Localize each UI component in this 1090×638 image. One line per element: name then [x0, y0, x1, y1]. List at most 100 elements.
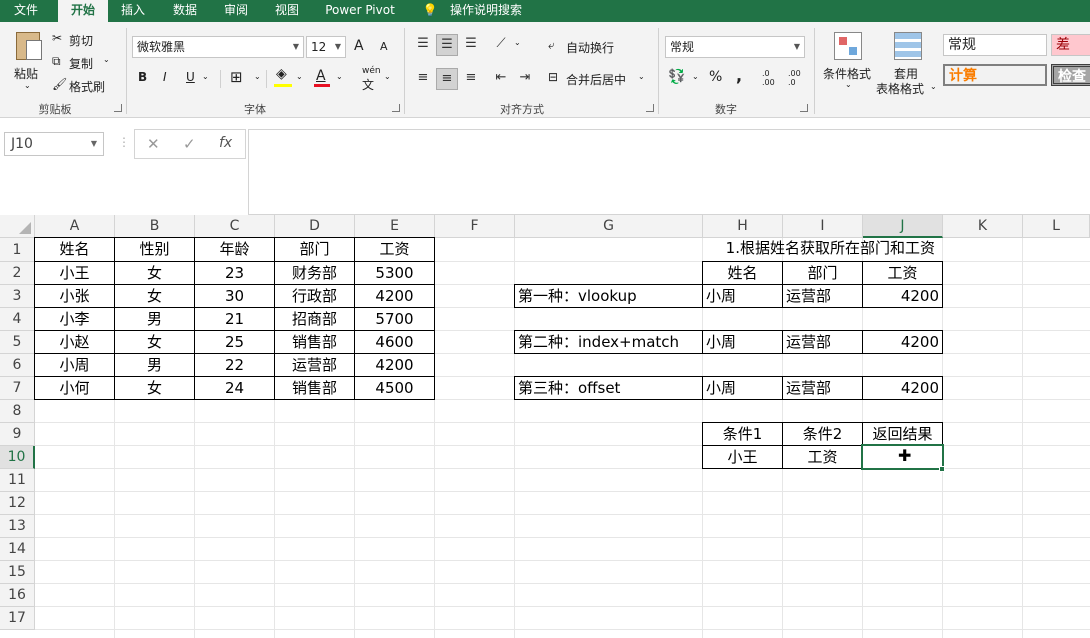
row-header-9[interactable]: 9 — [0, 423, 35, 446]
lookup-salary-cell[interactable]: 4200 — [862, 284, 943, 308]
lookup-salary-cell[interactable]: 4200 — [862, 376, 943, 400]
row-header-5[interactable]: 5 — [0, 331, 35, 354]
row-header-12[interactable]: 12 — [0, 492, 35, 515]
insert-function-icon[interactable]: fx — [219, 135, 232, 151]
table-cell[interactable]: 小何 — [34, 376, 115, 400]
table-cell[interactable]: 男 — [114, 307, 195, 331]
merge-dropdown-icon[interactable]: ⌄ — [638, 72, 645, 81]
table-cell[interactable]: 小赵 — [34, 330, 115, 354]
tab-insert[interactable]: 插入 — [112, 0, 154, 22]
condition-value-cell[interactable]: 小王 — [702, 445, 783, 469]
select-all-corner[interactable] — [0, 215, 35, 238]
phonetic-button[interactable]: wén — [362, 66, 381, 76]
column-header-d[interactable]: D — [275, 215, 355, 238]
style-check-cell[interactable]: 检查 — [1051, 64, 1090, 86]
phonetic-dropdown-icon[interactable]: ⌄ — [384, 72, 391, 81]
fill-color-icon[interactable]: ◈ — [276, 66, 287, 82]
underline-dropdown-icon[interactable]: ⌄ — [202, 72, 209, 81]
row-header-7[interactable]: 7 — [0, 377, 35, 400]
table-cell[interactable]: 24 — [194, 376, 275, 400]
lookup-header-cell[interactable]: 姓名 — [702, 261, 783, 285]
format-painter-icon[interactable]: 🖌 — [52, 77, 67, 91]
copy-dropdown-icon[interactable]: ⌄ — [103, 55, 110, 64]
table-header-cell[interactable]: 性别 — [114, 237, 195, 262]
align-top-icon[interactable]: ☰ — [414, 34, 432, 54]
cut-button[interactable]: 剪切 — [69, 32, 93, 49]
lookup-header-cell[interactable]: 部门 — [782, 261, 863, 285]
lookup-header-cell[interactable]: 工资 — [862, 261, 943, 285]
font-launcher-icon[interactable] — [392, 104, 400, 112]
row-header-14[interactable]: 14 — [0, 538, 35, 561]
column-header-a[interactable]: A — [35, 215, 115, 238]
paste-icon[interactable] — [12, 30, 46, 60]
fill-dropdown-icon[interactable]: ⌄ — [296, 72, 303, 81]
style-calculation[interactable]: 计算 — [943, 64, 1047, 86]
table-cell[interactable]: 5700 — [354, 307, 435, 331]
paste-button[interactable]: 粘贴 — [14, 65, 38, 82]
row-header-11[interactable]: 11 — [0, 469, 35, 492]
tab-data[interactable]: 数据 — [164, 0, 206, 22]
comma-button[interactable]: , — [736, 66, 742, 85]
column-header-b[interactable]: B — [115, 215, 195, 238]
table-cell[interactable]: 21 — [194, 307, 275, 331]
cond-dropdown-icon[interactable]: ⌄ — [845, 80, 852, 89]
table-cell[interactable]: 22 — [194, 353, 275, 377]
condition-header-cell[interactable]: 返回结果 — [862, 422, 943, 446]
bold-button[interactable]: B — [138, 70, 147, 84]
shrink-font-button[interactable]: A — [380, 40, 388, 53]
table-cell[interactable]: 4200 — [354, 353, 435, 377]
row-header-17[interactable]: 17 — [0, 607, 35, 630]
wrap-text-button[interactable]: 自动换行 — [566, 39, 614, 56]
table-cell[interactable]: 23 — [194, 261, 275, 285]
tab-view[interactable]: 视图 — [266, 0, 308, 22]
align-center-icon[interactable]: ≡ — [436, 68, 458, 90]
table-header-cell[interactable]: 部门 — [274, 237, 355, 262]
format-as-table-icon[interactable] — [894, 32, 922, 60]
clipboard-launcher-icon[interactable] — [114, 104, 122, 112]
table-cell[interactable]: 销售部 — [274, 376, 355, 400]
lookup-name-cell[interactable]: 小周 — [702, 284, 783, 308]
font-color-icon[interactable]: A — [316, 68, 326, 84]
italic-button[interactable]: I — [163, 70, 167, 84]
column-header-g[interactable]: G — [515, 215, 703, 238]
align-middle-icon[interactable]: ☰ — [436, 34, 458, 56]
row-header-4[interactable]: 4 — [0, 308, 35, 331]
tab-review[interactable]: 审阅 — [215, 0, 257, 22]
tab-home[interactable]: 开始 — [58, 0, 108, 22]
table-cell[interactable]: 女 — [114, 284, 195, 308]
table-cell[interactable]: 男 — [114, 353, 195, 377]
style-normal[interactable]: 常规 — [943, 34, 1047, 56]
paste-dropdown-icon[interactable]: ⌄ — [24, 81, 31, 90]
table-cell[interactable]: 行政部 — [274, 284, 355, 308]
row-header-13[interactable]: 13 — [0, 515, 35, 538]
accounting-format-icon[interactable]: 💱 — [668, 69, 685, 85]
percent-button[interactable]: % — [709, 69, 722, 85]
lookup-method-label[interactable]: 第一种：vlookup — [514, 284, 703, 308]
cut-icon[interactable]: ✂ — [52, 31, 62, 45]
lookup-method-label[interactable]: 第三种：offset — [514, 376, 703, 400]
table-cell[interactable]: 4500 — [354, 376, 435, 400]
orientation-dropdown-icon[interactable]: ⌄ — [514, 38, 521, 47]
table-cell[interactable]: 销售部 — [274, 330, 355, 354]
table-cell[interactable]: 5300 — [354, 261, 435, 285]
row-header-6[interactable]: 6 — [0, 354, 35, 377]
table-header-cell[interactable]: 姓名 — [34, 237, 115, 262]
merge-center-button[interactable]: 合并后居中 — [566, 71, 626, 88]
formula-input[interactable] — [248, 129, 1090, 215]
table-cell[interactable]: 4200 — [354, 284, 435, 308]
table-dropdown-icon[interactable]: ⌄ — [930, 82, 937, 91]
table-cell[interactable]: 财务部 — [274, 261, 355, 285]
table-cell[interactable]: 运营部 — [274, 353, 355, 377]
grow-font-button[interactable]: A — [354, 38, 364, 54]
table-cell[interactable]: 4600 — [354, 330, 435, 354]
lookup-dept-cell[interactable]: 运营部 — [782, 376, 863, 400]
increase-decimal-button[interactable]: .0 .00 — [762, 69, 782, 87]
fill-handle[interactable] — [939, 466, 945, 472]
section-title[interactable]: 1.根据姓名获取所在部门和工资 — [702, 237, 943, 262]
enter-icon[interactable]: ✓ — [183, 135, 196, 153]
table-cell[interactable]: 小王 — [34, 261, 115, 285]
orientation-icon[interactable]: ⟋ — [492, 34, 510, 54]
condition-header-cell[interactable]: 条件2 — [782, 422, 863, 446]
row-header-2[interactable]: 2 — [0, 262, 35, 285]
number-format-select[interactable]: 常规 ▼ — [665, 36, 805, 58]
